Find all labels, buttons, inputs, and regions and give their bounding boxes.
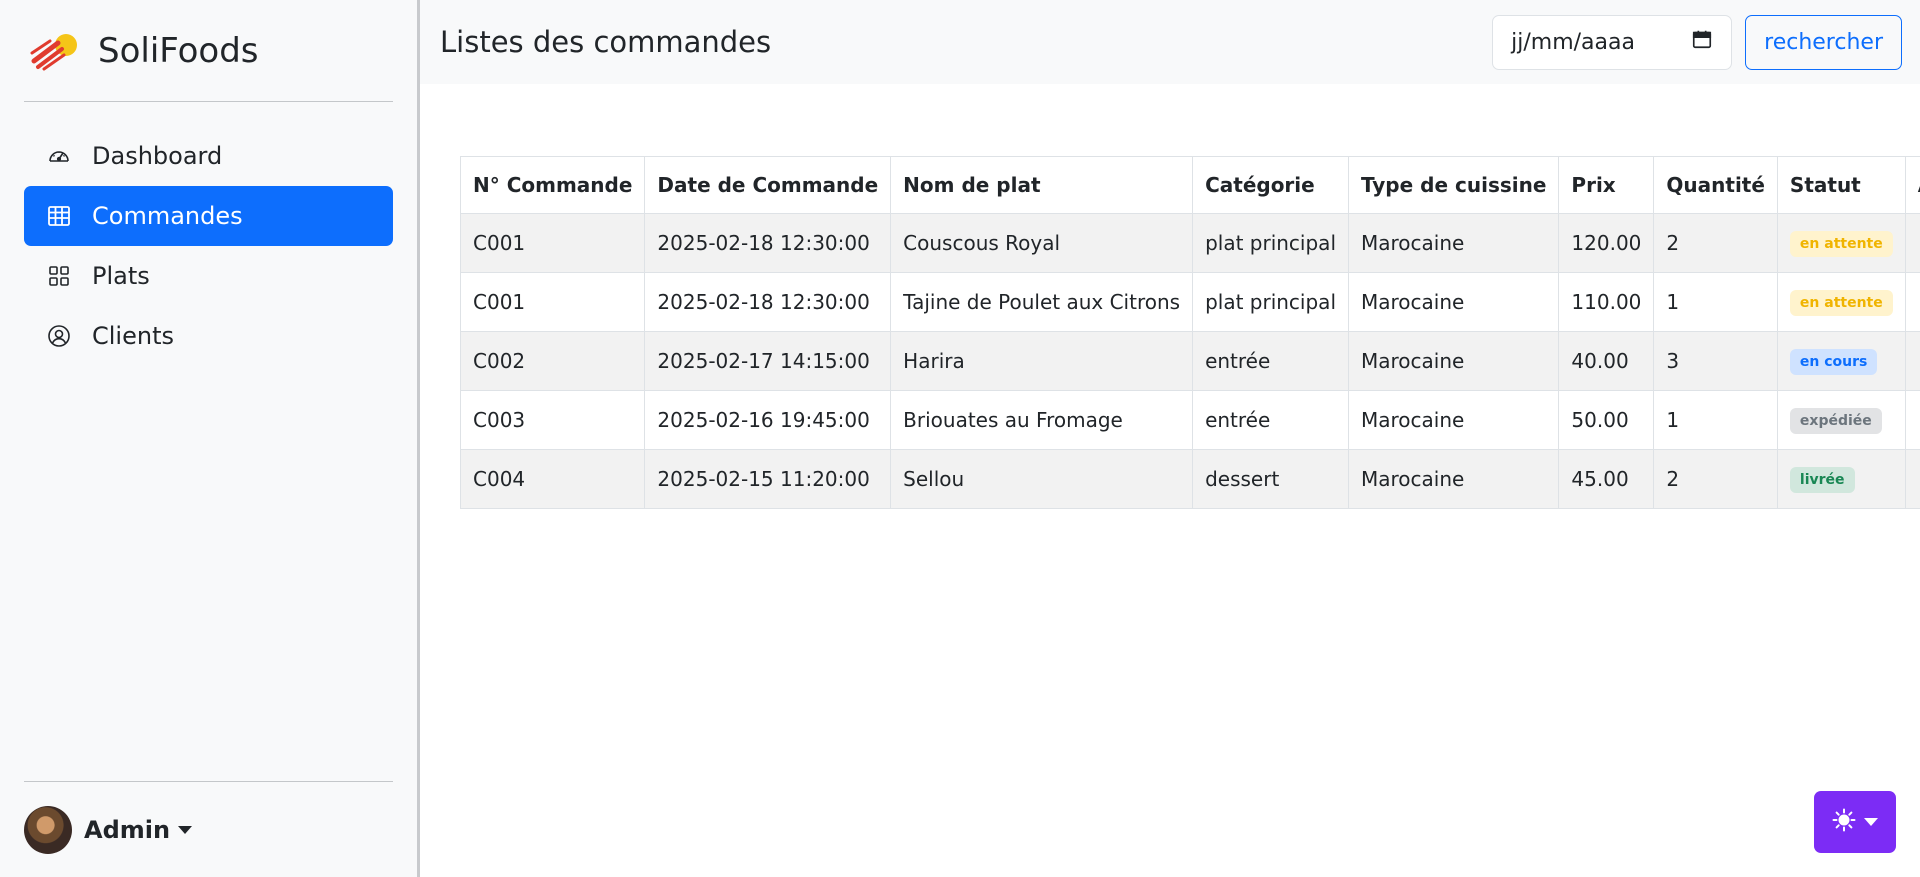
sidebar-item-label: Commandes [92,202,243,230]
cell-statut: en attente [1776,213,1906,273]
column-header: Statut [1776,156,1906,214]
column-header: N° Commande [459,156,646,214]
sidebar-item-clients[interactable]: Clients [24,306,393,366]
sun-icon [1832,808,1856,836]
cell-type: Marocaine [1347,213,1560,273]
cell-categorie: entrée [1192,390,1349,450]
cell-date: 2025-02-18 12:30:00 [644,213,892,273]
user-name: Admin [84,815,171,844]
cell-id: C004 [459,449,646,509]
user-menu[interactable]: Admin [24,781,393,877]
speedometer-icon [46,143,72,169]
column-header: Type de cuissine [1347,156,1560,214]
column-header: Nom de plat [890,156,1194,214]
sidebar-item-dashboard[interactable]: Dashboard [24,126,393,186]
cell-statut: livrée [1776,449,1906,509]
cell-prix: 40.00 [1558,331,1655,391]
page-title: Listes des commandes [440,25,772,59]
orders-table-container: N° Commande Date de Commande Nom de plat… [459,156,1920,509]
table-icon [46,203,72,229]
brand-name: SoliFoods [98,30,259,71]
sidebar-item-label: Clients [92,322,174,350]
column-header: Date de Commande [644,156,892,214]
sidebar-item-label: Plats [92,262,150,290]
grid-icon [46,263,72,289]
cell-date: 2025-02-15 11:20:00 [644,449,892,509]
calendar-icon [1691,28,1713,56]
table-row: C004 2025-02-15 11:20:00 Sellou dessert … [459,449,1920,509]
cell-categorie: plat principal [1192,213,1349,273]
cell-id: C002 [459,331,646,391]
cell-prix: 50.00 [1558,390,1655,450]
cell-plat: Briouates au Fromage [890,390,1194,450]
cell-plat: Tajine de Poulet aux Citrons [890,272,1194,332]
cell-type: Marocaine [1347,449,1560,509]
sidebar-item-label: Dashboard [92,142,223,170]
cell-action [1904,213,1920,273]
brand[interactable]: SoliFoods [24,0,393,102]
person-circle-icon [46,323,72,349]
sidebar-nav: Dashboard Commandes Plats Clients [24,126,393,366]
cell-id: C003 [459,390,646,450]
table-row: C002 2025-02-17 14:15:00 Harira entrée M… [459,331,1920,391]
status-badge: livrée [1789,467,1855,493]
date-input[interactable]: jj/mm/aaaa [1492,14,1733,70]
status-badge: en cours [1789,349,1878,375]
cell-prix: 120.00 [1558,213,1655,273]
cell-plat: Sellou [890,449,1194,509]
column-header: Catégorie [1192,156,1349,214]
cell-plat: Harira [890,331,1194,391]
chevron-down-icon [1864,818,1878,826]
column-header: Quantité [1653,156,1778,214]
cell-action [1904,449,1920,509]
sidebar-item-plats[interactable]: Plats [24,246,393,306]
cell-action [1904,272,1920,332]
cell-categorie: entrée [1192,331,1349,391]
cell-statut: expédiée [1776,390,1906,450]
cell-quantite: 3 [1653,331,1778,391]
cell-id: C001 [459,213,646,273]
cell-type: Marocaine [1347,390,1560,450]
sidebar: SoliFoods Dashboard Commandes Plats Clie… [0,0,420,877]
cell-type: Marocaine [1347,331,1560,391]
cell-type: Marocaine [1347,272,1560,332]
status-badge: expédiée [1789,408,1882,434]
cell-date: 2025-02-18 12:30:00 [644,272,892,332]
table-row: C001 2025-02-18 12:30:00 Tajine de Poule… [459,272,1920,332]
date-placeholder: jj/mm/aaaa [1511,29,1635,55]
main-content: Listes des commandes jj/mm/aaaa recherch… [420,0,1920,877]
theme-toggle-button[interactable] [1814,791,1896,853]
table-header-row: N° Commande Date de Commande Nom de plat… [459,156,1920,214]
search-button[interactable]: rechercher [1745,14,1902,70]
cell-action [1904,390,1920,450]
cell-categorie: dessert [1192,449,1349,509]
sidebar-item-commandes[interactable]: Commandes [24,186,393,246]
cell-quantite: 2 [1653,213,1778,273]
cell-statut: en attente [1776,272,1906,332]
cell-categorie: plat principal [1192,272,1349,332]
topbar: Listes des commandes jj/mm/aaaa recherch… [420,0,1920,84]
column-header: Prix [1558,156,1655,214]
status-badge: en attente [1789,290,1893,316]
brand-logo-icon [30,33,77,70]
cell-date: 2025-02-16 19:45:00 [644,390,892,450]
cell-prix: 110.00 [1558,272,1655,332]
chevron-down-icon [178,825,193,834]
cell-statut: en cours [1776,331,1906,391]
cell-prix: 45.00 [1558,449,1655,509]
orders-table: N° Commande Date de Commande Nom de plat… [459,156,1920,509]
cell-date: 2025-02-17 14:15:00 [644,331,892,391]
cell-action [1904,331,1920,391]
cell-quantite: 1 [1653,272,1778,332]
cell-quantite: 1 [1653,390,1778,450]
status-badge: en attente [1789,231,1893,257]
cell-plat: Couscous Royal [890,213,1194,273]
cell-id: C001 [459,272,646,332]
cell-quantite: 2 [1653,449,1778,509]
avatar [24,805,72,854]
column-header: Action [1904,156,1920,214]
table-row: C001 2025-02-18 12:30:00 Couscous Royal … [459,213,1920,273]
table-row: C003 2025-02-16 19:45:00 Briouates au Fr… [459,390,1920,450]
